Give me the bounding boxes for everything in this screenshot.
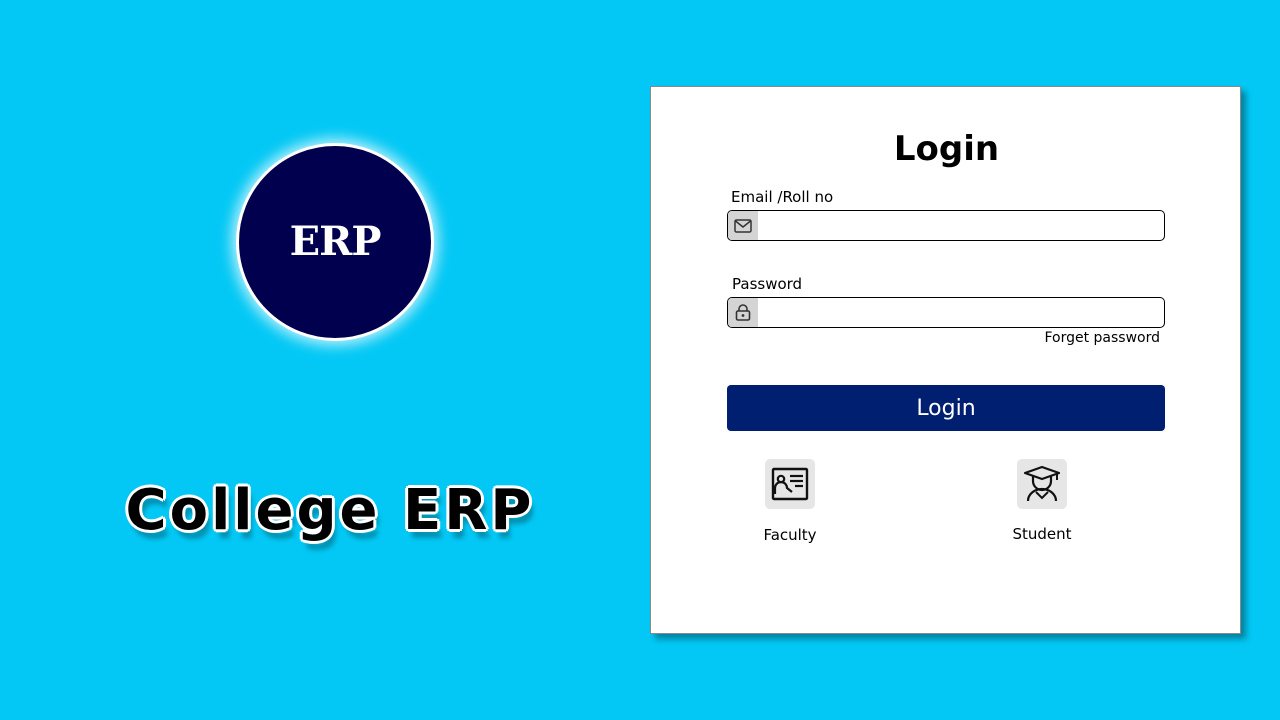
student-role-option[interactable]: Student [992, 459, 1092, 543]
app-title: College ERP [125, 478, 535, 543]
login-title: Login [893, 129, 1000, 169]
lock-icon [728, 298, 758, 327]
password-field [727, 297, 1165, 328]
mail-icon [728, 211, 758, 240]
login-card: Login Email /Roll no Password Forget pas… [650, 86, 1241, 634]
student-graduate-icon[interactable] [1017, 459, 1067, 509]
password-label: Password [732, 275, 803, 293]
student-label: Student [1012, 525, 1072, 543]
faculty-teacher-icon[interactable] [765, 459, 815, 509]
email-label: Email /Roll no [731, 188, 834, 206]
erp-logo: ERP [236, 143, 434, 341]
forgot-password-link[interactable]: Forget password [1011, 330, 1160, 346]
email-field [727, 210, 1165, 241]
login-button[interactable]: Login [727, 385, 1165, 431]
email-input[interactable] [760, 211, 1164, 240]
faculty-role-option[interactable]: Faculty [740, 459, 840, 544]
password-input[interactable] [760, 298, 1164, 327]
logo-text: ERP [289, 217, 382, 265]
faculty-label: Faculty [763, 526, 817, 544]
login-page: ERP College ERP Login Email /Roll no Pas… [0, 0, 1280, 720]
